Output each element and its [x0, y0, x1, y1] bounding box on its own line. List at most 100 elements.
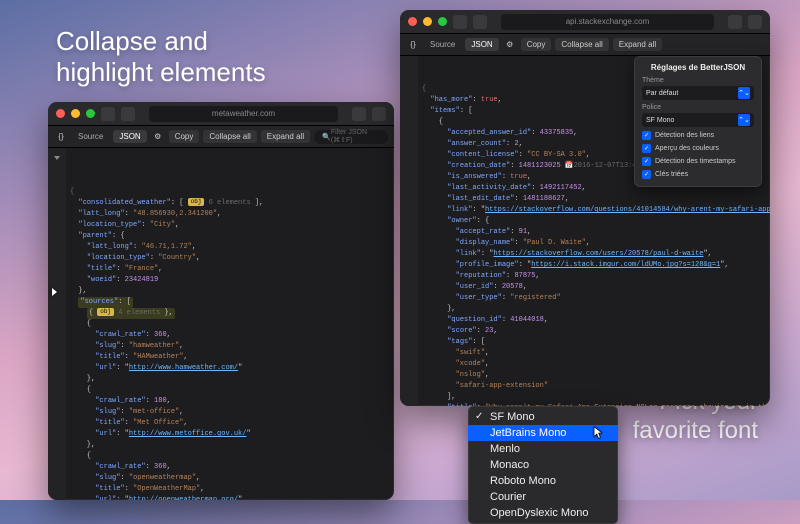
key: "link" — [447, 206, 472, 214]
font-select[interactable]: SF Mono ⌃⌄ — [642, 113, 754, 127]
value: 180 — [154, 397, 167, 405]
theme-value: Par défaut — [646, 90, 678, 97]
check-links[interactable]: ✓Détection des liens — [642, 131, 754, 140]
value: 1481123025 — [519, 162, 561, 170]
font-option[interactable]: OpenDyslexic Mono — [468, 505, 618, 521]
value: 1492117452 — [540, 184, 582, 192]
value: "Paul D. Waite" — [523, 239, 586, 247]
expand-all-button[interactable]: Expand all — [261, 130, 310, 143]
zoom-dot[interactable] — [438, 17, 447, 26]
key: "location_type" — [78, 221, 141, 229]
expand-all-button[interactable]: Expand all — [613, 38, 662, 51]
key: "latt_long" — [87, 243, 133, 251]
value: 360 — [154, 463, 167, 471]
json-viewer[interactable]: { "consolidated_weather": [ obj 6 elemen… — [48, 148, 394, 500]
font-option[interactable]: Monaco — [468, 457, 618, 473]
cursor-icon — [593, 426, 604, 440]
chevron-updown-icon: ⌃⌄ — [738, 87, 750, 99]
link[interactable]: https://i.stack.imgur.com/ldUMo.jpg?s=12… — [531, 261, 720, 269]
value: "met-office" — [129, 408, 179, 416]
left-browser-window: metaweather.com {} Source JSON ⚙ Copy Co… — [48, 102, 394, 500]
key: "title" — [95, 419, 124, 427]
font-name: Menlo — [490, 443, 520, 455]
tab-source[interactable]: Source — [424, 38, 461, 51]
sidebar-icon[interactable] — [101, 107, 115, 121]
key: "accept_rate" — [456, 228, 511, 236]
close-dot[interactable] — [408, 17, 417, 26]
check-label: Aperçu des couleurs — [655, 145, 719, 152]
zoom-dot[interactable] — [86, 109, 95, 118]
collapse-all-button[interactable]: Collapse all — [203, 130, 256, 143]
gear-icon[interactable]: ⚙ — [151, 130, 165, 144]
key: "slug" — [95, 342, 120, 350]
key: "content_license" — [447, 151, 518, 159]
check-colors[interactable]: ✓Aperçu des couleurs — [642, 144, 754, 153]
settings-popover: Réglages de BetterJSON Thème Par défaut … — [634, 56, 762, 187]
link[interactable]: http://www.hamweather.com/ — [129, 364, 238, 372]
link[interactable]: http://www.metoffice.gov.uk/ — [129, 430, 247, 438]
minimize-dot[interactable] — [423, 17, 432, 26]
link[interactable]: https://stackoverflow.com/users/20578/pa… — [493, 250, 703, 258]
tabs-icon[interactable] — [748, 15, 762, 29]
right-browser-window: api.stackexchange.com {} Source JSON ⚙ C… — [400, 10, 770, 406]
copy-button[interactable]: Copy — [521, 38, 552, 51]
font-dropdown-menu: ✓SF Mono JetBrains Mono Menlo Monaco Rob… — [468, 406, 618, 524]
value: 23 — [485, 327, 493, 335]
font-option-selected[interactable]: JetBrains Mono — [468, 425, 618, 441]
back-icon[interactable] — [473, 15, 487, 29]
collapse-all-button[interactable]: Collapse all — [555, 38, 608, 51]
tab-json[interactable]: JSON — [113, 130, 146, 143]
address-bar[interactable]: metaweather.com — [149, 106, 338, 122]
app-icon: {} — [406, 38, 420, 52]
key: "has_more" — [430, 96, 472, 104]
check-sortkeys[interactable]: ✓Clés triées — [642, 170, 754, 179]
key: "url" — [95, 496, 116, 500]
fold-icon[interactable] — [54, 156, 60, 160]
share-icon[interactable] — [728, 15, 742, 29]
value: "Country" — [158, 254, 196, 262]
font-name: SF Mono — [490, 411, 535, 423]
checkbox-icon: ✓ — [642, 170, 651, 179]
value: "registered" — [510, 294, 560, 302]
font-option[interactable]: Roboto Mono — [468, 473, 618, 489]
key: "crawl_rate" — [95, 463, 145, 471]
sidebar-icon[interactable] — [453, 15, 467, 29]
font-option[interactable]: Courier — [468, 489, 618, 505]
font-option[interactable]: Menlo — [468, 441, 618, 457]
key: "owner" — [447, 217, 476, 225]
tab-json[interactable]: JSON — [465, 38, 498, 51]
key: "profile_image" — [456, 261, 519, 269]
value: "openweathermap" — [129, 474, 196, 482]
address-bar[interactable]: api.stackexchange.com — [501, 14, 714, 30]
tab-source[interactable]: Source — [72, 130, 109, 143]
popover-title: Réglages de BetterJSON — [642, 63, 754, 72]
link[interactable]: https://stackoverflow.com/questions/4101… — [485, 206, 770, 214]
key: "crawl_rate" — [95, 397, 145, 405]
key: "url" — [95, 430, 116, 438]
key: "creation_date" — [447, 162, 510, 170]
theme-select[interactable]: Par défaut ⌃⌄ — [642, 86, 754, 100]
gear-icon[interactable]: ⚙ — [503, 38, 517, 52]
key-highlighted: "sources" — [80, 298, 118, 306]
json-toolbar: {} Source JSON ⚙ Copy Collapse all Expan… — [400, 34, 770, 56]
key: "is_answered" — [447, 173, 502, 181]
key: "title" — [87, 265, 116, 273]
value: "Met Office" — [133, 419, 183, 427]
json-toolbar: {} Source JSON ⚙ Copy Collapse all Expan… — [48, 126, 394, 148]
key: "link" — [456, 250, 481, 258]
filter-input[interactable]: 🔍 Filter JSON (⌘⇧F) — [314, 130, 388, 144]
tabs-icon[interactable] — [372, 107, 386, 121]
copy-button[interactable]: Copy — [169, 130, 200, 143]
share-icon[interactable] — [352, 107, 366, 121]
close-dot[interactable] — [56, 109, 65, 118]
minimize-dot[interactable] — [71, 109, 80, 118]
font-option[interactable]: ✓SF Mono — [468, 409, 618, 425]
key: "answer_count" — [447, 140, 506, 148]
font-name: Roboto Mono — [490, 475, 556, 487]
link[interactable]: http://openweathermap.org/ — [129, 496, 238, 500]
value: "nslog" — [456, 371, 485, 379]
value: "OpenWeatherMap" — [133, 485, 200, 493]
check-timestamps[interactable]: ✓Détection des timestamps — [642, 157, 754, 166]
key: "slug" — [95, 408, 120, 416]
back-icon[interactable] — [121, 107, 135, 121]
